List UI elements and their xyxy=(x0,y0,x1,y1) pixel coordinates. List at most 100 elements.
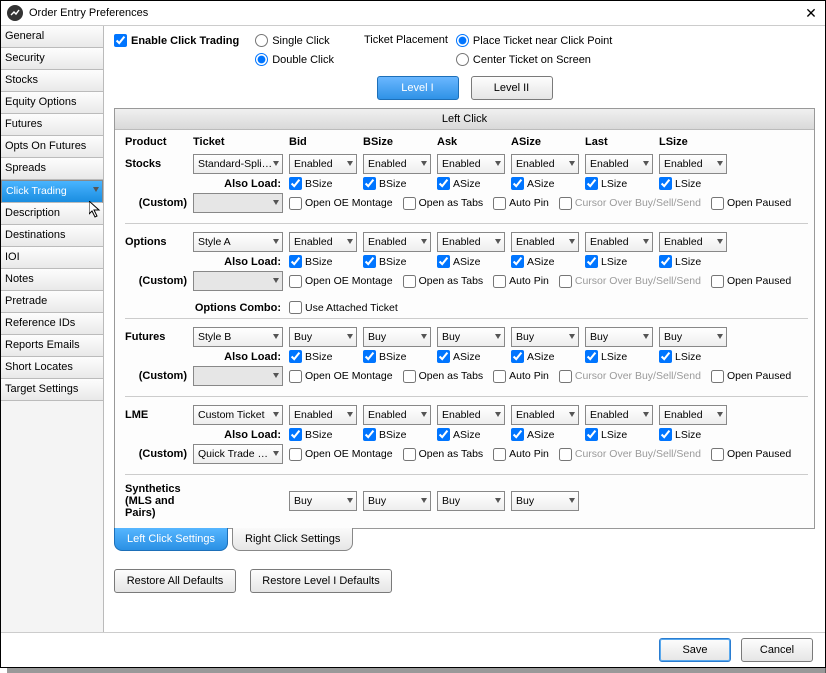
select[interactable]: Enabled xyxy=(585,232,653,252)
checkbox-auto-pin[interactable]: Auto Pin xyxy=(493,448,549,461)
select[interactable]: Buy xyxy=(437,327,505,347)
restore-level-button[interactable]: Restore Level I Defaults xyxy=(250,569,392,593)
place-near-radio[interactable]: Place Ticket near Click Point xyxy=(456,34,612,47)
checkbox-lsize[interactable]: LSize xyxy=(659,428,727,441)
sidebar-item-click-trading[interactable]: Click Trading xyxy=(1,180,103,203)
checkbox-open-paused[interactable]: Open Paused xyxy=(711,448,791,461)
sidebar-item-destinations[interactable]: Destinations xyxy=(1,225,103,247)
checkbox-bsize[interactable]: BSize xyxy=(289,428,357,441)
enable-click-trading[interactable]: Enable Click Trading xyxy=(114,34,239,47)
select[interactable]: Buy xyxy=(437,491,505,511)
checkbox-lsize[interactable]: LSize xyxy=(659,177,727,190)
checkbox-open-oe-montage[interactable]: Open OE Montage xyxy=(289,448,393,461)
select[interactable]: Enabled xyxy=(437,232,505,252)
checkbox-lsize[interactable]: LSize xyxy=(585,177,653,190)
select[interactable]: Quick Trade … xyxy=(193,444,283,464)
tab-right-click[interactable]: Right Click Settings xyxy=(232,528,353,551)
checkbox-lsize[interactable]: LSize xyxy=(659,350,727,363)
sidebar-item-description[interactable]: Description xyxy=(1,203,103,225)
level-1-button[interactable]: Level I xyxy=(377,76,459,100)
checkbox-open-paused[interactable]: Open Paused xyxy=(711,197,791,210)
sidebar-item-pretrade[interactable]: Pretrade xyxy=(1,291,103,313)
save-button[interactable]: Save xyxy=(659,638,731,662)
checkbox-lsize[interactable]: LSize xyxy=(659,255,727,268)
checkbox-bsize[interactable]: BSize xyxy=(363,350,431,363)
select[interactable]: Buy xyxy=(363,327,431,347)
select[interactable]: Enabled xyxy=(289,232,357,252)
checkbox-bsize[interactable]: BSize xyxy=(363,428,431,441)
checkbox-asize[interactable]: ASize xyxy=(437,350,505,363)
sidebar-item-opts-on-futures[interactable]: Opts On Futures xyxy=(1,136,103,158)
enable-checkbox[interactable] xyxy=(114,34,127,47)
checkbox-asize[interactable]: ASize xyxy=(511,428,579,441)
checkbox-bsize[interactable]: BSize xyxy=(289,255,357,268)
checkbox-use-attached-ticket[interactable]: Use Attached Ticket xyxy=(289,301,727,314)
checkbox-bsize[interactable]: BSize xyxy=(363,177,431,190)
checkbox-auto-pin[interactable]: Auto Pin xyxy=(493,197,549,210)
checkbox-lsize[interactable]: LSize xyxy=(585,255,653,268)
sidebar-item-reference-ids[interactable]: Reference IDs xyxy=(1,313,103,335)
select[interactable]: Buy xyxy=(363,491,431,511)
select[interactable]: Enabled xyxy=(659,405,727,425)
single-click-radio[interactable]: Single Click xyxy=(255,34,334,47)
checkbox-auto-pin[interactable]: Auto Pin xyxy=(493,370,549,383)
checkbox-open-paused[interactable]: Open Paused xyxy=(711,275,791,288)
checkbox-open-oe-montage[interactable]: Open OE Montage xyxy=(289,275,393,288)
checkbox-asize[interactable]: ASize xyxy=(511,255,579,268)
close-icon[interactable]: ✕ xyxy=(803,5,819,22)
select[interactable]: Enabled xyxy=(437,405,505,425)
select[interactable]: Enabled xyxy=(511,232,579,252)
select[interactable]: Enabled xyxy=(659,232,727,252)
checkbox-cursor-over-buy/sell/send[interactable]: Cursor Over Buy/Sell/Send xyxy=(559,197,701,210)
select[interactable]: Standard-Spli… xyxy=(193,154,283,174)
sidebar-item-futures[interactable]: Futures xyxy=(1,114,103,136)
checkbox-open-as-tabs[interactable]: Open as Tabs xyxy=(403,275,484,288)
select[interactable]: Buy xyxy=(289,491,357,511)
select[interactable]: Enabled xyxy=(289,405,357,425)
checkbox-open-oe-montage[interactable]: Open OE Montage xyxy=(289,370,393,383)
checkbox-asize[interactable]: ASize xyxy=(511,177,579,190)
select[interactable]: Buy xyxy=(511,327,579,347)
checkbox-open-as-tabs[interactable]: Open as Tabs xyxy=(403,448,484,461)
sidebar-item-short-locates[interactable]: Short Locates xyxy=(1,357,103,379)
sidebar-item-target-settings[interactable]: Target Settings xyxy=(1,379,103,401)
checkbox-open-as-tabs[interactable]: Open as Tabs xyxy=(403,197,484,210)
place-center-radio[interactable]: Center Ticket on Screen xyxy=(456,53,612,66)
select[interactable]: Buy xyxy=(585,327,653,347)
select[interactable]: Enabled xyxy=(585,405,653,425)
checkbox-open-oe-montage[interactable]: Open OE Montage xyxy=(289,197,393,210)
checkbox-cursor-over-buy/sell/send[interactable]: Cursor Over Buy/Sell/Send xyxy=(559,370,701,383)
checkbox-bsize[interactable]: BSize xyxy=(363,255,431,268)
select[interactable]: Enabled xyxy=(511,154,579,174)
select[interactable]: Enabled xyxy=(289,154,357,174)
sidebar-item-spreads[interactable]: Spreads xyxy=(1,158,103,180)
checkbox-asize[interactable]: ASize xyxy=(437,177,505,190)
checkbox-lsize[interactable]: LSize xyxy=(585,428,653,441)
checkbox-open-paused[interactable]: Open Paused xyxy=(711,370,791,383)
double-click-radio[interactable]: Double Click xyxy=(255,53,334,66)
select[interactable]: Buy xyxy=(511,491,579,511)
sidebar-item-ioi[interactable]: IOI xyxy=(1,247,103,269)
select[interactable]: Enabled xyxy=(437,154,505,174)
select[interactable]: Enabled xyxy=(659,154,727,174)
checkbox-cursor-over-buy/sell/send[interactable]: Cursor Over Buy/Sell/Send xyxy=(559,275,701,288)
select[interactable]: Enabled xyxy=(363,154,431,174)
select[interactable]: Enabled xyxy=(363,405,431,425)
select[interactable]: Custom Ticket xyxy=(193,405,283,425)
select[interactable]: Enabled xyxy=(585,154,653,174)
select[interactable]: Enabled xyxy=(363,232,431,252)
checkbox-bsize[interactable]: BSize xyxy=(289,350,357,363)
sidebar-item-stocks[interactable]: Stocks xyxy=(1,70,103,92)
checkbox-bsize[interactable]: BSize xyxy=(289,177,357,190)
sidebar-item-reports-emails[interactable]: Reports Emails xyxy=(1,335,103,357)
select[interactable]: Style A xyxy=(193,232,283,252)
sidebar-item-general[interactable]: General xyxy=(1,26,103,48)
checkbox-asize[interactable]: ASize xyxy=(437,428,505,441)
checkbox-auto-pin[interactable]: Auto Pin xyxy=(493,275,549,288)
tab-left-click[interactable]: Left Click Settings xyxy=(114,528,228,551)
checkbox-asize[interactable]: ASize xyxy=(511,350,579,363)
level-2-button[interactable]: Level II xyxy=(471,76,553,100)
checkbox-open-as-tabs[interactable]: Open as Tabs xyxy=(403,370,484,383)
checkbox-cursor-over-buy/sell/send[interactable]: Cursor Over Buy/Sell/Send xyxy=(559,448,701,461)
cancel-button[interactable]: Cancel xyxy=(741,638,813,662)
